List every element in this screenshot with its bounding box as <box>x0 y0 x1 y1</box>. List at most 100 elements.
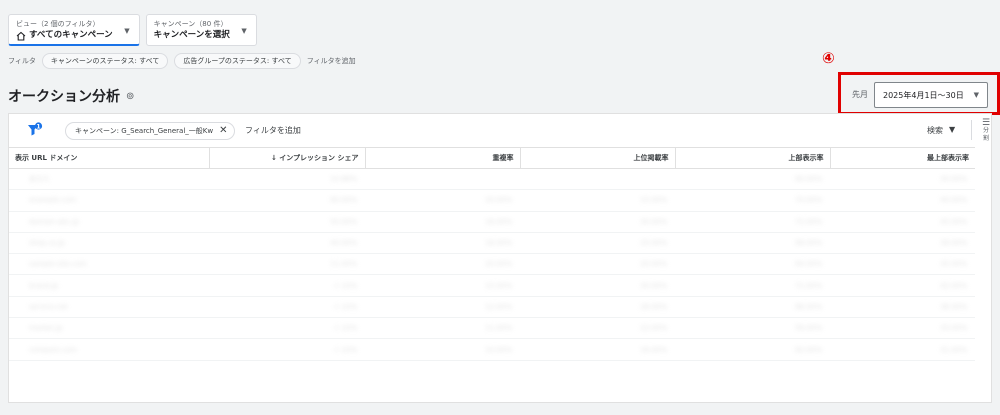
table-cell: < 10% <box>209 274 365 297</box>
column-header-abs-top-of-page-rate[interactable]: 最上部表示率 <box>829 147 975 169</box>
table-cell: 12.00% <box>365 296 520 319</box>
column-header-top-of-page-rate[interactable]: 上部表示率 <box>674 147 830 169</box>
cell-value: 38.00% <box>940 239 967 248</box>
table-cell: 16.00% <box>365 232 520 255</box>
cell-value: 20.00% <box>485 260 512 269</box>
segment-button[interactable]: ☰ 分割 <box>981 119 991 143</box>
cell-value: 60.00% <box>330 196 357 205</box>
table-cell: 28.00% <box>520 296 675 319</box>
table-cell: 11.00% <box>365 317 520 340</box>
date-range-picker[interactable]: 2025年4月1日～30日 ▼ <box>874 82 988 108</box>
cell-value: 11.00% <box>485 324 512 333</box>
table-cell: 31.00% <box>830 338 975 361</box>
search-label: 検索 <box>927 126 943 135</box>
cell-value: 30.00% <box>940 175 967 184</box>
cell-value: 33.00% <box>940 324 967 333</box>
table-cell: 62.00% <box>675 338 830 361</box>
cell-value: 30.00% <box>640 217 667 226</box>
cell-value: 31.00% <box>940 345 967 354</box>
filter-icon[interactable]: 1 <box>27 122 43 138</box>
table-cell: 40.00% <box>830 189 975 212</box>
table-row: sample-site.com 11.00% 20.00% 20.00% 64.00% 3… <box>9 253 975 276</box>
table-cell: 18.00% <box>520 338 675 361</box>
close-icon[interactable]: ✕ <box>219 123 227 139</box>
table-cell: 59.00% <box>675 317 830 340</box>
chevron-down-icon: ▼ <box>241 27 247 35</box>
search-button[interactable]: 検索 ▼ <box>927 125 955 136</box>
table-row: compare.com < 10% 10.00% 18.00% 62.00% 31.00% <box>9 338 975 361</box>
add-filter-button[interactable]: フィルタを追加 <box>245 125 301 136</box>
chevron-down-icon: ▼ <box>124 27 130 35</box>
table-cell: 38.00% <box>830 232 975 255</box>
column-header-impression-share[interactable]: ↓ インプレッション シェア <box>208 147 365 169</box>
cell-value: 36.00% <box>940 302 967 311</box>
table-row: あなた 10.88% 60.00% 30.00% <box>9 168 975 191</box>
auction-insights-table: 表示 URL ドメイン ↓ インプレッション シェア 重複率 上位掲載率 上部表… <box>9 147 975 361</box>
cell-value: 28.00% <box>640 302 667 311</box>
table-cell: 20.00% <box>520 253 675 276</box>
toolbar-divider <box>971 120 972 140</box>
table-cell: < 10% <box>209 338 365 361</box>
table-cell: 68.00% <box>675 232 830 255</box>
table-row: brand.jp < 10% 15.00% 30.00% 71.00% 42.00% <box>9 274 975 297</box>
table-cell: 10.88% <box>209 168 365 191</box>
filter-label: フィルタ <box>8 57 36 65</box>
table-cell: 70.00% <box>675 189 830 212</box>
table-cell: 15.00% <box>520 189 675 212</box>
cell-value: 59.00% <box>795 324 822 333</box>
table-cell: sample-site.com <box>9 253 209 276</box>
cell-value: example.com <box>29 196 77 205</box>
add-filter-link[interactable]: フィルタを追加 <box>307 56 356 66</box>
campaign-filter-chip[interactable]: キャンペーン: G_Search_General_一般Kw ✕ <box>65 122 235 140</box>
table-cell: 45.00% <box>830 211 975 233</box>
cell-value: domain-abc.jp <box>29 217 79 226</box>
table-cell: 50.00% <box>209 211 365 233</box>
view-selector[interactable]: ビュー（2 個のフィルタ） すべてのキャンペーン ▼ <box>8 14 140 46</box>
cell-value: 25.00% <box>640 239 667 248</box>
table-cell: 20.00% <box>365 253 520 276</box>
view-selector-label: すべてのキャンペーン <box>29 30 113 40</box>
segment-label: 分割 <box>982 127 989 142</box>
cell-value: 20.00% <box>485 196 512 205</box>
table-cell: 30.00% <box>830 168 975 191</box>
table-cell: market.jp <box>9 317 209 340</box>
table-row: service.net < 10% 12.00% 28.00% 66.00% 36.00% <box>9 296 975 319</box>
segment-icon: ☰ <box>981 118 991 128</box>
home-icon <box>16 31 26 41</box>
cell-value: 50.00% <box>330 217 357 226</box>
table-cell: compare.com <box>9 338 209 361</box>
table-header-row: 表示 URL ドメイン ↓ インプレッション シェア 重複率 上位掲載率 上部表… <box>9 147 975 169</box>
table-cell: 18.00% <box>365 211 520 233</box>
date-period-label: 先月 <box>852 90 868 99</box>
adgroup-status-filter-chip[interactable]: 広告グループのステータス: すべて <box>174 53 301 69</box>
annotation-number: ④ <box>822 49 835 67</box>
cell-value: 15.00% <box>640 196 667 205</box>
table-cell: 10.00% <box>365 338 520 361</box>
cell-value: < 10% <box>333 281 357 290</box>
table-cell: < 10% <box>209 317 365 340</box>
column-header-domain[interactable]: 表示 URL ドメイン <box>9 147 209 169</box>
campaign-selector[interactable]: キャンペーン（80 件） キャンペーンを選択 ▼ <box>145 14 257 46</box>
campaign-status-filter-chip[interactable]: キャンペーンのステータス: すべて <box>41 53 169 69</box>
cell-value: 40.00% <box>940 196 967 205</box>
column-header-overlap-rate[interactable]: 重複率 <box>364 147 520 169</box>
cell-value: 45.00% <box>940 217 967 226</box>
cell-value: < 10% <box>333 324 357 333</box>
table-row: shop.co.jp 40.00% 16.00% 25.00% 68.00% 38.00% <box>9 232 975 255</box>
help-icon[interactable]: ⊚ <box>126 91 134 102</box>
cell-value: あなた <box>29 175 50 184</box>
table-row: domain-abc.jp 50.00% 18.00% 30.00% 72.00% 45.… <box>9 211 975 233</box>
table-cell: 60.00% <box>209 189 365 212</box>
cell-value: brand.jp <box>29 281 59 290</box>
svg-text:1: 1 <box>36 123 40 130</box>
table-cell: 40.00% <box>209 232 365 255</box>
table-cell: 33.00% <box>830 317 975 340</box>
cell-value: < 10% <box>333 302 357 311</box>
cell-value: < 10% <box>333 345 357 354</box>
cell-value: 10.88% <box>330 175 357 184</box>
column-header-position-above-rate[interactable]: 上位掲載率 <box>519 147 675 169</box>
chevron-down-icon: ▼ <box>973 91 979 99</box>
cell-value: 42.00% <box>940 281 967 290</box>
cell-value: shop.co.jp <box>29 239 65 248</box>
table-cell: 35.00% <box>830 253 975 276</box>
